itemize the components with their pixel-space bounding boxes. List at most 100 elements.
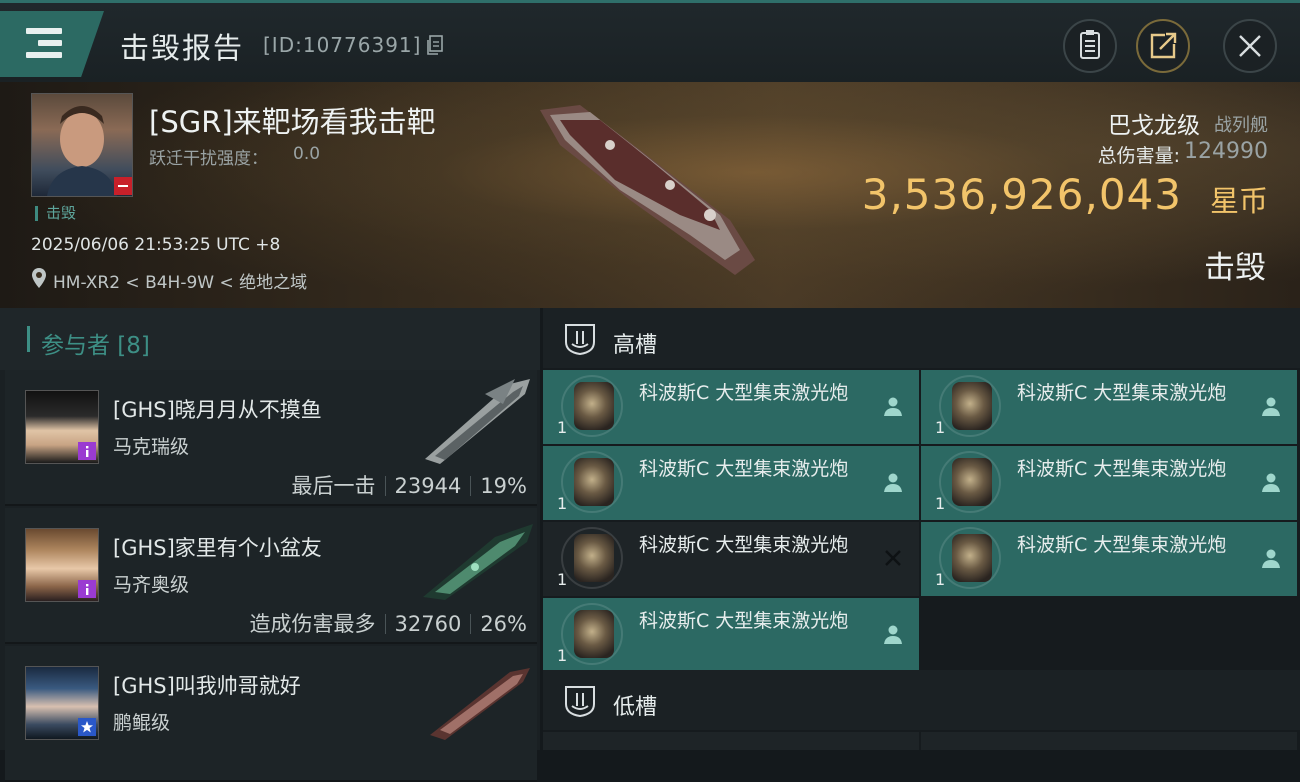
- menu-button[interactable]: [0, 11, 104, 77]
- victim-corp-badge: [114, 177, 132, 195]
- participant-stats: 最后一击 23944 19%: [292, 470, 528, 500]
- participant-badge-icon: [78, 580, 96, 598]
- participant-ship-image: [423, 524, 533, 600]
- participant-tag: 造成伤害最多: [249, 612, 376, 636]
- kill-location[interactable]: HM-XR2 < B4H-9W < 绝地之域: [53, 268, 307, 293]
- participant-name: [GHS]叫我帅哥就好: [113, 674, 301, 698]
- module-card[interactable]: 1 科波斯C 大型集束激光炮: [921, 370, 1297, 444]
- module-quantity: 1: [935, 570, 946, 589]
- module-card[interactable]: 1 科波斯C 大型集束激光炮: [921, 522, 1297, 596]
- module-name: 科波斯C 大型集束激光炮: [1017, 534, 1227, 556]
- participants-header: 参与者 [8]: [0, 308, 540, 370]
- participants-title: 参与者 [8]: [41, 333, 150, 359]
- participant-percent: 26%: [480, 612, 527, 636]
- kill-status: 击毁: [1204, 250, 1266, 286]
- participant-badge: [78, 718, 96, 736]
- share-button[interactable]: [1136, 19, 1190, 73]
- high-slot-icon: [565, 324, 595, 356]
- stats-separator: [470, 476, 472, 496]
- module-card[interactable]: 1 科波斯C 大型集束激光炮: [543, 446, 919, 520]
- high-slot-title: 高槽: [613, 333, 658, 358]
- participant-name: [GHS]晓月月从不摸鱼: [113, 398, 322, 422]
- laser-module-icon: [574, 610, 614, 658]
- laser-module-icon: [574, 534, 614, 582]
- report-id: [ID:10776391]: [263, 33, 422, 57]
- person-icon: [1262, 473, 1280, 492]
- module-card[interactable]: 1 科波斯C 大型集束激光炮: [543, 370, 919, 444]
- participants-panel: 参与者 [8] [GHS]晓月月从不摸鱼 马克瑞级 最后一击 23944 19%: [0, 308, 540, 782]
- page-title: 击毁报告: [120, 31, 245, 65]
- victim-panel: [SGR]来靶场看我击靶 跃迁干扰强度： 0.0 击毁 2025/06/06 2…: [0, 82, 1300, 308]
- close-icon: [1239, 35, 1261, 57]
- total-damage-label: 总伤害量:: [1097, 145, 1180, 167]
- module-quantity: 1: [557, 570, 568, 589]
- participant-name: [GHS]家里有个小盆友: [113, 536, 322, 560]
- low-slot-module-partial: [543, 732, 919, 750]
- participant-ship-image: [425, 379, 530, 464]
- laser-module-icon: [574, 382, 614, 430]
- module-name: 科波斯C 大型集束激光炮: [1017, 458, 1227, 480]
- participant-badge-icon: [78, 442, 96, 460]
- low-slot-header: 低槽: [543, 670, 1300, 730]
- person-icon: [1262, 397, 1280, 416]
- victim-name[interactable]: [SGR]来靶场看我击靶: [149, 99, 436, 141]
- stats-separator: [384, 614, 386, 634]
- module-quantity: 1: [935, 494, 946, 513]
- warp-disruption-value: 0.0: [293, 144, 321, 164]
- person-icon: [884, 625, 902, 644]
- kill-datetime: 2025/06/06 21:53:25 UTC +8: [31, 235, 281, 255]
- module-name: 科波斯C 大型集束激光炮: [639, 534, 849, 556]
- status-tag: 击毁: [35, 206, 76, 221]
- participant-ship: 马齐奥级: [113, 574, 190, 596]
- stats-separator: [470, 614, 472, 634]
- x-icon: [885, 550, 901, 566]
- module-card[interactable]: 1 科波斯C 大型集束激光炮: [543, 598, 919, 672]
- laser-module-icon: [952, 382, 992, 430]
- fitting-panel: 高槽 1 科波斯C 大型集束激光炮 1 科波斯C 大型集束激光炮 1 科波斯C 大型集束激…: [543, 308, 1300, 750]
- participant-row[interactable]: [GHS]家里有个小盆友 马齐奥级 造成伤害最多 32760 26%: [5, 508, 537, 644]
- participant-ship-image: [430, 668, 530, 740]
- participant-ship: 鹏鲲级: [113, 712, 171, 734]
- warp-disruption-label: 跃迁干扰强度：: [149, 149, 268, 169]
- module-name: 科波斯C 大型集束激光炮: [639, 382, 849, 404]
- participant-damage: 32760: [394, 612, 462, 636]
- isk-value: 3,536,926,043: [861, 170, 1182, 219]
- person-icon: [1262, 549, 1280, 568]
- clipboard-icon: [1080, 30, 1100, 59]
- participant-percent: 19%: [480, 474, 527, 498]
- share-icon: [1150, 32, 1177, 59]
- stats-separator: [384, 476, 386, 496]
- module-name: 科波斯C 大型集束激光炮: [1017, 382, 1227, 404]
- module-quantity: 1: [557, 418, 568, 437]
- person-icon: [884, 473, 902, 492]
- module-name: 科波斯C 大型集束激光炮: [639, 458, 849, 480]
- low-slot-title: 低槽: [613, 695, 658, 720]
- participant-row[interactable]: [GHS]晓月月从不摸鱼 马克瑞级 最后一击 23944 19%: [5, 370, 537, 506]
- module-card[interactable]: 1 科波斯C 大型集束激光炮: [921, 446, 1297, 520]
- clipboard-button[interactable]: [1063, 19, 1117, 73]
- module-quantity: 1: [557, 494, 568, 513]
- victim-ship-class[interactable]: 巴戈龙级: [1108, 106, 1200, 140]
- module-quantity: 1: [935, 418, 946, 437]
- laser-module-icon: [952, 534, 992, 582]
- person-icon: [884, 397, 902, 416]
- low-slot-icon: [565, 686, 595, 718]
- module-card[interactable]: 1 科波斯C 大型集束激光炮: [543, 522, 919, 596]
- menu-icon-bar: [26, 52, 62, 58]
- participant-ship: 马克瑞级: [113, 436, 190, 458]
- laser-module-icon: [574, 458, 614, 506]
- menu-icon-bar: [38, 40, 62, 46]
- participant-row[interactable]: [GHS]叫我帅哥就好 鹏鲲级: [5, 646, 537, 782]
- low-slot-module-partial: [921, 732, 1297, 750]
- total-damage-value: 124990: [1184, 139, 1268, 164]
- module-quantity: 1: [557, 646, 568, 665]
- close-button[interactable]: [1223, 19, 1277, 73]
- participants-accent-bar: [27, 326, 30, 352]
- menu-icon: [26, 28, 62, 34]
- victim-ship-type: 战列舰: [1214, 115, 1268, 136]
- top-bar: 击毁报告 [ID:10776391]: [0, 0, 1300, 82]
- laser-module-icon: [952, 458, 992, 506]
- isk-unit: 星币: [1209, 184, 1268, 218]
- copy-icon[interactable]: [426, 35, 444, 55]
- location-pin-icon: [32, 268, 46, 288]
